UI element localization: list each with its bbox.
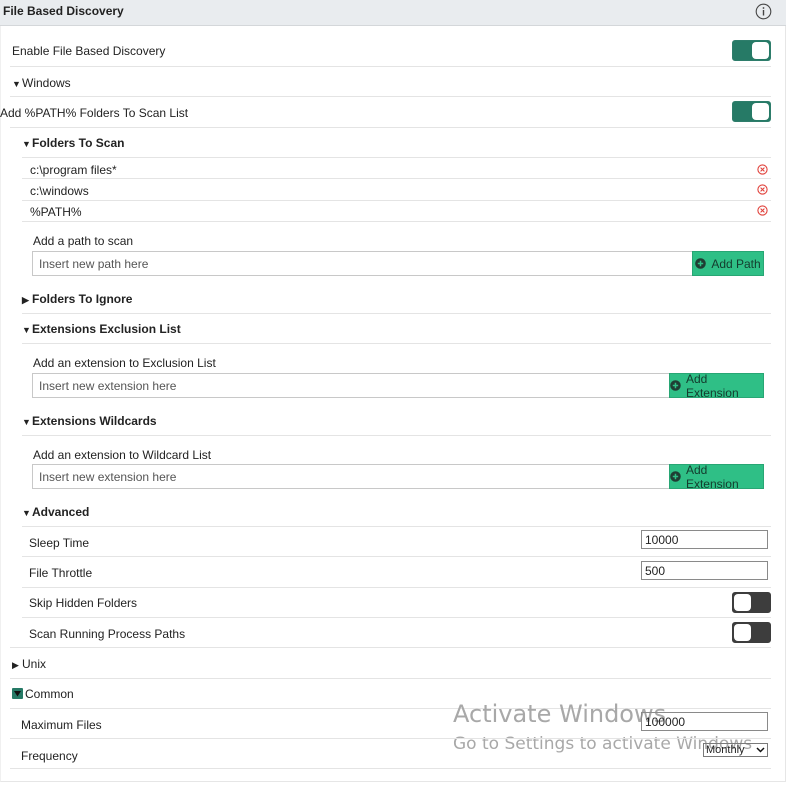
caret-down-icon: ▼ bbox=[22, 325, 31, 335]
plus-circle-icon bbox=[695, 258, 707, 269]
folders-to-ignore-header[interactable]: ▶ Folders To Ignore bbox=[22, 292, 132, 306]
remove-circle-icon[interactable] bbox=[757, 164, 768, 175]
divider bbox=[10, 647, 771, 648]
plus-circle-icon bbox=[670, 380, 681, 391]
panel-header: File Based Discovery bbox=[0, 0, 786, 26]
add-path-label: Add a path to scan bbox=[33, 234, 134, 248]
common-section-header[interactable]: Common bbox=[25, 687, 74, 701]
divider bbox=[22, 157, 771, 158]
plus-circle-icon bbox=[670, 471, 681, 482]
new-wildcard-input[interactable] bbox=[32, 464, 670, 489]
add-wildcard-button-label: Add Extension bbox=[685, 462, 739, 491]
remove-circle-icon[interactable] bbox=[757, 205, 768, 216]
add-path-button-label: Add Path bbox=[711, 256, 761, 271]
extensions-wildcards-header[interactable]: ▼Extensions Wildcards bbox=[22, 414, 157, 428]
add-wildcard-button[interactable]: Add Extension bbox=[669, 462, 764, 491]
enable-label: Enable File Based Discovery bbox=[12, 44, 166, 58]
add-path-folders-label: Add %PATH% Folders To Scan List bbox=[0, 106, 189, 120]
caret-right-icon: ▶ bbox=[22, 295, 29, 305]
max-files-label: Maximum Files bbox=[21, 718, 102, 732]
new-exclusion-input[interactable] bbox=[32, 373, 670, 398]
unix-section-header[interactable]: ▶ Unix bbox=[12, 657, 46, 671]
remove-circle-icon[interactable] bbox=[757, 184, 768, 195]
skip-hidden-label: Skip Hidden Folders bbox=[29, 596, 138, 610]
file-throttle-input[interactable] bbox=[641, 561, 768, 580]
frequency-select-value: Monthly bbox=[706, 744, 745, 756]
caret-down-icon: ▼ bbox=[22, 508, 31, 518]
divider bbox=[10, 66, 771, 67]
frequency-select[interactable]: Monthly bbox=[703, 743, 768, 757]
divider bbox=[22, 178, 771, 179]
divider bbox=[10, 678, 771, 679]
activate-windows-watermark: Activate Windows bbox=[453, 700, 667, 728]
divider bbox=[22, 526, 771, 527]
skip-hidden-toggle[interactable] bbox=[732, 592, 771, 613]
windows-section-header[interactable]: ▼Windows bbox=[12, 76, 71, 90]
divider bbox=[22, 313, 771, 314]
divider bbox=[22, 617, 771, 618]
divider bbox=[22, 556, 771, 557]
divider bbox=[22, 200, 771, 201]
divider bbox=[22, 343, 771, 344]
add-wildcard-label: Add an extension to Wildcard List bbox=[33, 448, 212, 462]
advanced-header[interactable]: ▼Advanced bbox=[22, 505, 89, 519]
sleep-time-input[interactable] bbox=[641, 530, 768, 549]
divider bbox=[22, 221, 771, 222]
add-exclusion-label: Add an extension to Exclusion List bbox=[33, 356, 216, 370]
caret-down-icon: ▼ bbox=[12, 79, 21, 89]
scan-folder-item: c:\program files* bbox=[30, 163, 117, 177]
add-path-folders-toggle[interactable] bbox=[732, 101, 771, 122]
caret-down-icon: ▼ bbox=[22, 139, 31, 149]
scan-folder-item: %PATH% bbox=[30, 205, 82, 219]
panel-title: File Based Discovery bbox=[3, 4, 124, 18]
add-path-button[interactable]: Add Path bbox=[692, 251, 764, 276]
scan-running-label: Scan Running Process Paths bbox=[29, 627, 186, 641]
scan-running-toggle[interactable] bbox=[732, 622, 771, 643]
sleep-time-label: Sleep Time bbox=[29, 536, 90, 550]
divider bbox=[22, 587, 771, 588]
add-exclusion-button[interactable]: Add Extension bbox=[669, 371, 764, 400]
divider bbox=[10, 127, 771, 128]
divider bbox=[10, 738, 771, 739]
folders-to-scan-header[interactable]: ▼Folders To Scan bbox=[22, 136, 124, 150]
divider bbox=[10, 768, 771, 769]
divider bbox=[10, 96, 771, 97]
info-circle-icon[interactable] bbox=[755, 3, 772, 20]
divider bbox=[22, 435, 771, 436]
scan-folder-item: c:\windows bbox=[30, 184, 89, 198]
enable-toggle[interactable] bbox=[732, 40, 771, 61]
chevron-down-icon bbox=[756, 747, 765, 753]
caret-right-icon: ▶ bbox=[12, 660, 19, 670]
max-files-input[interactable] bbox=[641, 712, 768, 731]
new-path-input[interactable] bbox=[32, 251, 693, 276]
extensions-exclusion-header[interactable]: ▼Extensions Exclusion List bbox=[22, 322, 181, 336]
frequency-label: Frequency bbox=[21, 749, 78, 763]
caret-down-icon[interactable] bbox=[12, 688, 23, 699]
add-exclusion-button-label: Add Extension bbox=[685, 371, 739, 400]
caret-down-icon: ▼ bbox=[22, 417, 31, 427]
file-throttle-label: File Throttle bbox=[29, 566, 93, 580]
